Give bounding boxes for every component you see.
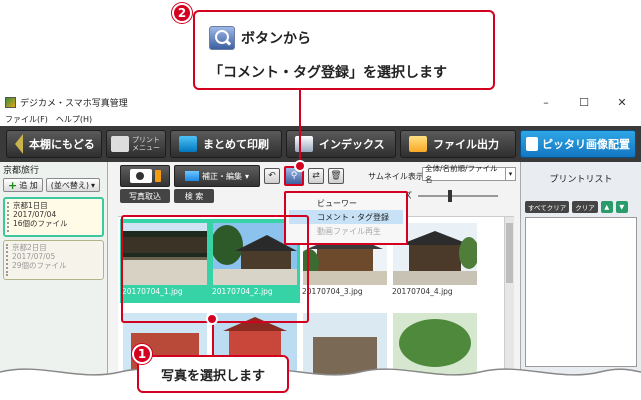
print-list-title: プリントリスト	[549, 175, 613, 185]
thumbnail-filename: 20170704_2.jpg	[212, 287, 273, 296]
chevron-down-icon: ▾	[505, 168, 515, 180]
clear-all-button[interactable]: すべてクリア	[525, 201, 570, 213]
swap-icon[interactable]: ⇄	[308, 168, 324, 184]
thumbnail-filename: 20170704_1.jpg	[122, 287, 183, 296]
print-menu-button[interactable]: プリント メニュー	[106, 130, 166, 158]
callout-2-text-1: ボタンから	[241, 31, 311, 47]
arrow-down-icon[interactable]: ▼	[615, 201, 628, 213]
title-bar: デジカメ・スマホ写真管理 – ☐ ✕	[0, 92, 641, 112]
folder-day1[interactable]: 京都1日目 2017/07/04 16個のファイル	[3, 197, 104, 237]
add-label: 追 加	[19, 180, 38, 190]
back-arrow-icon	[15, 134, 23, 154]
callout-1-pointer-dot	[206, 313, 218, 325]
chevron-down-icon: ▾	[91, 180, 96, 190]
album-title: 京都旅行	[3, 165, 40, 176]
edit-icon	[184, 171, 199, 181]
main-toolbar: 本棚にもどる プリント メニュー まとめて印刷 インデックス ファイル出力 ピッ…	[0, 126, 641, 162]
arrow-up-icon[interactable]: ▲	[600, 201, 613, 213]
folder-date: 2017/07/05	[12, 252, 56, 261]
printer-icon	[111, 136, 129, 152]
menu-help[interactable]: ヘルプ(H)	[56, 114, 92, 125]
rotate-icon[interactable]: ↶	[264, 168, 280, 184]
torn-edge	[0, 368, 641, 400]
back-to-shelf-label: 本棚にもどる	[29, 138, 95, 151]
sort-dropdown[interactable]: (並べ替え) ▾	[45, 178, 101, 192]
chevron-down-icon: ▾	[244, 171, 249, 181]
sort-order-value: 全体/名前順/ファイル名	[425, 164, 498, 184]
view-dropdown-menu: ビューワー コメント・タグ登録 動画ファイル再生	[284, 191, 408, 245]
plus-icon: +	[8, 178, 18, 192]
phone-icon	[154, 170, 161, 182]
add-button[interactable]: + 追 加	[3, 178, 43, 192]
thumbnail-display-label: サムネイル表示	[368, 172, 424, 181]
album-controls: + 追 加 (並べ替え) ▾	[0, 176, 107, 194]
scrollbar-grip[interactable]	[506, 223, 513, 283]
folder-date: 2017/07/04	[13, 210, 57, 219]
index-label: インデックス	[319, 138, 385, 151]
sort-order-select[interactable]: 全体/名前順/ファイル名 ▾	[422, 164, 516, 184]
print-menu-label: プリント メニュー	[132, 136, 160, 152]
slider-handle[interactable]	[448, 190, 452, 202]
thumbnail-item[interactable]: 20170704_1.jpg	[120, 219, 210, 303]
fit-layout-label: ピッタリ画像配置	[542, 138, 630, 151]
thumbnail-filename: 20170704_3.jpg	[302, 287, 363, 296]
edit-label: 補正・編集	[201, 171, 242, 181]
maximize-button[interactable]: ☐	[565, 92, 603, 112]
callout-2-line1: ボタンから	[209, 26, 311, 50]
step-1-badge: 1	[132, 344, 152, 364]
batch-print-icon	[179, 136, 197, 152]
folder-count: 29個のファイル	[12, 261, 67, 270]
import-group: 写真取込	[120, 165, 170, 203]
menu-item-comment-tag[interactable]: コメント・タグ登録	[289, 210, 403, 224]
callout-step-2: ボタンから 「コメント・タグ登録」を選択します	[193, 10, 495, 90]
file-output-label: ファイル出力	[433, 138, 499, 151]
edit-button[interactable]: 補正・編集 ▾	[174, 165, 260, 187]
folder-icon	[409, 136, 427, 152]
sort-label: (並べ替え)	[50, 180, 90, 190]
app-icon	[5, 96, 16, 108]
import-button[interactable]	[120, 165, 170, 187]
folder-count: 16個のファイル	[13, 219, 68, 228]
menu-item-viewer[interactable]: ビューワー	[289, 196, 403, 210]
print-list[interactable]	[525, 217, 637, 367]
file-output-button[interactable]: ファイル出力	[400, 130, 516, 158]
back-to-shelf-button[interactable]: 本棚にもどる	[6, 130, 102, 158]
close-button[interactable]: ✕	[603, 92, 641, 112]
callout-2-pointer-line	[299, 90, 301, 164]
camera-icon	[129, 169, 152, 183]
callout-step-1: 写真を選択します	[137, 355, 289, 393]
thumbnail-filename: 20170704_4.jpg	[392, 287, 453, 296]
print-menu-label-bottom: メニュー	[132, 144, 160, 152]
callout-2-text-2: 「コメント・タグ登録」を選択します	[209, 65, 447, 81]
menu-bar: ファイル(F) ヘルプ(H)	[0, 112, 641, 126]
menu-item-video-play[interactable]: 動画ファイル再生	[289, 224, 403, 238]
edit-group: 補正・編集 ▾ 検 索	[174, 165, 260, 203]
import-label: 写真取込	[120, 189, 170, 203]
trash-icon[interactable]: 🗑	[328, 168, 344, 184]
folder-name: 京都1日目	[13, 201, 48, 210]
window-title: デジカメ・スマホ写真管理	[20, 98, 128, 109]
folder-name: 京都2日目	[12, 243, 47, 252]
app-window: デジカメ・スマホ写真管理 – ☐ ✕ ファイル(F) ヘルプ(H) 本棚にもどる…	[0, 92, 641, 400]
clear-button[interactable]: クリア	[572, 201, 598, 213]
index-icon	[295, 136, 313, 152]
print-list-controls: すべてクリア クリア ▲ ▼	[521, 185, 641, 217]
callout-2-pointer-dot	[294, 160, 306, 172]
minimize-button[interactable]: –	[527, 92, 565, 112]
fit-layout-button[interactable]: ピッタリ画像配置	[520, 130, 636, 158]
lens-button-icon	[209, 26, 235, 50]
fit-layout-icon	[526, 137, 538, 151]
batch-print-button[interactable]: まとめて印刷	[170, 130, 282, 158]
folder-day2[interactable]: 京都2日目 2017/07/05 29個のファイル	[3, 240, 104, 280]
print-menu-label-top: プリント	[132, 136, 160, 144]
photo-thumbnail	[123, 223, 207, 285]
step-2-badge: 2	[172, 3, 192, 23]
batch-print-label: まとめて印刷	[203, 138, 269, 151]
window-controls: – ☐ ✕	[527, 92, 641, 112]
thumbnail-size-slider[interactable]	[418, 190, 498, 202]
menu-file[interactable]: ファイル(F)	[5, 114, 48, 125]
index-button[interactable]: インデックス	[286, 130, 396, 158]
search-label: 検 索	[174, 189, 214, 203]
